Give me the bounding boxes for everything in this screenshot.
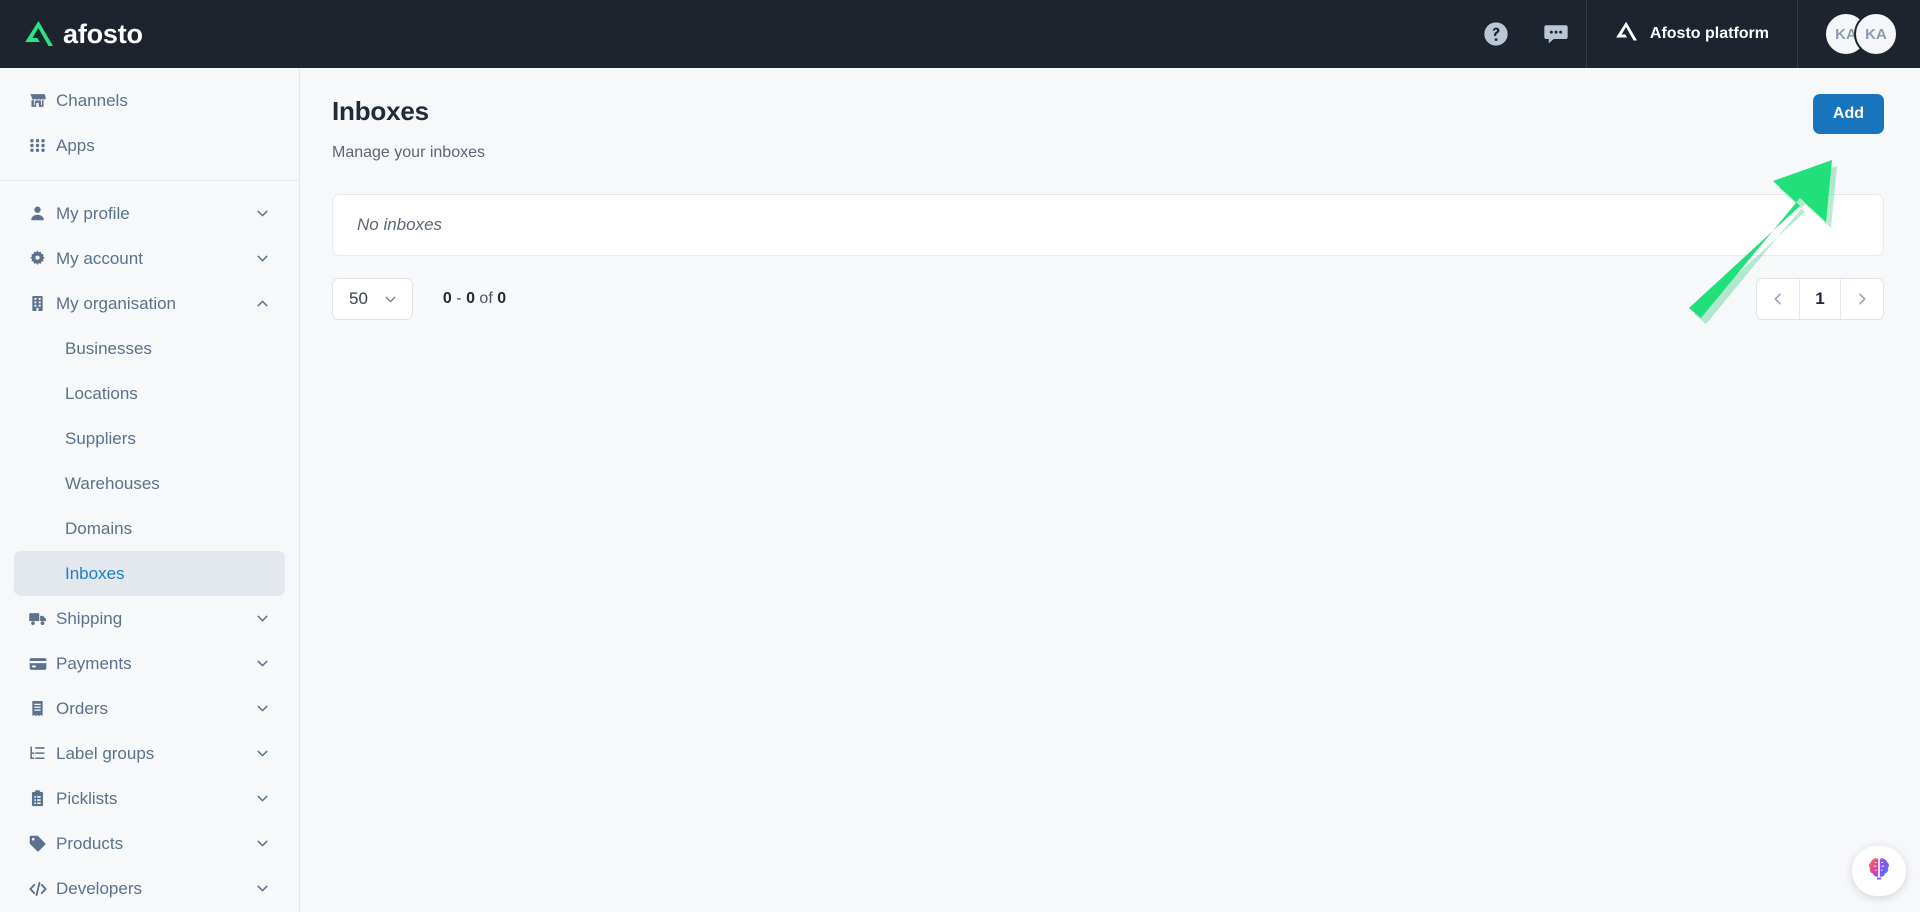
label-tree-icon — [28, 744, 56, 763]
afosto-triangle-logo-icon — [24, 20, 54, 48]
sidebar-item-businesses[interactable]: Businesses — [14, 326, 285, 371]
range-start: 0 — [442, 290, 452, 307]
sidebar-item-label: Suppliers — [65, 428, 136, 448]
sidebar-item-label: Picklists — [56, 788, 118, 808]
code-icon — [28, 879, 56, 899]
sidebar-item-label: Apps — [56, 135, 95, 155]
pagination-bar: 50 0 - 0 of 0 1 — [332, 278, 1884, 320]
sidebar-group-primary: Channels Apps — [0, 68, 299, 181]
storefront-icon — [28, 91, 56, 110]
sidebar-item-my-profile[interactable]: My profile — [14, 191, 285, 236]
chevron-down-icon — [254, 700, 271, 717]
sidebar-item-payments[interactable]: Payments — [14, 641, 285, 686]
sidebar-item-suppliers[interactable]: Suppliers — [14, 416, 285, 461]
sidebar-item-label: Orders — [56, 698, 108, 718]
chevron-left-icon[interactable] — [1757, 279, 1799, 319]
chevron-down-icon — [254, 655, 271, 672]
sidebar-item-picklists[interactable]: Picklists — [14, 776, 285, 821]
sidebar-item-shipping[interactable]: Shipping — [14, 596, 285, 641]
sidebar-item-label: My profile — [56, 203, 130, 223]
sidebar-item-label: Products — [56, 833, 124, 853]
pagination-range: 0 - 0 of 0 — [443, 290, 506, 308]
sidebar-item-products[interactable]: Products — [14, 821, 285, 866]
page-subtitle: Manage your inboxes — [332, 144, 485, 161]
top-bar: afosto Afosto platform KA KA — [0, 0, 1920, 68]
sidebar-item-label-groups[interactable]: Label groups — [14, 731, 285, 776]
ai-brain-icon — [1865, 855, 1893, 888]
top-bar-spacer — [300, 0, 1466, 68]
sidebar-item-my-account[interactable]: My account — [14, 236, 285, 281]
afosto-triangle-icon — [1615, 21, 1638, 47]
help-circle-icon[interactable] — [1466, 0, 1526, 68]
pagination-page-1[interactable]: 1 — [1799, 279, 1841, 319]
inboxes-empty-card: No inboxes — [332, 194, 1884, 256]
sidebar: Channels Apps My profile My account My o… — [0, 68, 300, 912]
sidebar-item-label: Channels — [56, 90, 128, 110]
user-icon — [28, 204, 56, 223]
receipt-icon — [28, 699, 56, 718]
chevron-down-icon — [254, 835, 271, 852]
sidebar-item-warehouses[interactable]: Warehouses — [14, 461, 285, 506]
main-content: Inboxes Manage your inboxes Add No inbox… — [300, 68, 1920, 912]
sidebar-item-orders[interactable]: Orders — [14, 686, 285, 731]
chevron-down-icon — [254, 745, 271, 762]
pagination-nav: 1 — [1756, 278, 1884, 320]
range-end: 0 — [466, 290, 475, 307]
sidebar-item-label: Shipping — [56, 608, 123, 628]
platform-selector[interactable]: Afosto platform — [1585, 0, 1798, 68]
tag-icon — [28, 834, 56, 853]
page-title: Inboxes — [332, 96, 429, 126]
grid-apps-icon — [28, 136, 56, 155]
brand-logo[interactable]: afosto — [0, 0, 300, 68]
sidebar-item-locations[interactable]: Locations — [14, 371, 285, 416]
chevron-down-icon — [254, 880, 271, 897]
sidebar-item-my-organisation[interactable]: My organisation — [14, 281, 285, 326]
sidebar-item-label: My account — [56, 248, 143, 268]
chevron-down-icon — [254, 205, 271, 222]
ai-assistant-button[interactable] — [1852, 846, 1906, 896]
sidebar-item-label: Inboxes — [65, 563, 125, 583]
platform-label: Afosto platform — [1649, 25, 1769, 42]
chat-bubble-icon[interactable] — [1526, 0, 1586, 68]
sidebar-item-inboxes[interactable]: Inboxes — [14, 551, 285, 596]
sidebar-item-label: Developers — [56, 878, 142, 898]
chevron-down-icon — [254, 790, 271, 807]
building-icon — [28, 294, 56, 313]
sidebar-item-label: My organisation — [56, 293, 177, 313]
chevron-up-icon — [254, 295, 271, 312]
chevron-down-icon — [254, 250, 271, 267]
chevron-right-icon[interactable] — [1841, 279, 1883, 319]
range-separator: - — [456, 290, 462, 307]
empty-state-text: No inboxes — [357, 215, 443, 234]
chevron-down-icon — [382, 291, 399, 308]
clipboard-icon — [28, 789, 56, 808]
add-button[interactable]: Add — [1812, 94, 1884, 134]
avatar-group[interactable]: KA KA — [1798, 0, 1920, 68]
sidebar-item-label: Warehouses — [65, 473, 160, 493]
sidebar-group-settings: My profile My account My organisation Bu… — [0, 181, 299, 912]
truck-icon — [28, 609, 56, 629]
sidebar-item-developers[interactable]: Developers — [14, 866, 285, 911]
sidebar-item-label: Businesses — [65, 338, 152, 358]
brand-name: afosto — [63, 18, 143, 49]
sidebar-item-domains[interactable]: Domains — [14, 506, 285, 551]
sidebar-item-channels[interactable]: Channels — [14, 78, 285, 123]
gear-icon — [28, 249, 56, 268]
sidebar-item-apps[interactable]: Apps — [14, 123, 285, 168]
credit-card-icon — [28, 654, 56, 674]
range-total: 0 — [497, 290, 507, 307]
avatar[interactable]: KA — [1854, 12, 1898, 56]
page-size-value: 50 — [349, 289, 368, 308]
sidebar-item-label: Domains — [65, 518, 133, 538]
of-word: of — [479, 290, 493, 307]
sidebar-item-label: Payments — [56, 653, 132, 673]
sidebar-item-label: Locations — [65, 383, 138, 403]
sidebar-item-label: Label groups — [56, 743, 155, 763]
page-header: Inboxes Manage your inboxes Add — [300, 68, 1920, 162]
page-size-select[interactable]: 50 — [332, 278, 413, 320]
chevron-down-icon — [254, 610, 271, 627]
